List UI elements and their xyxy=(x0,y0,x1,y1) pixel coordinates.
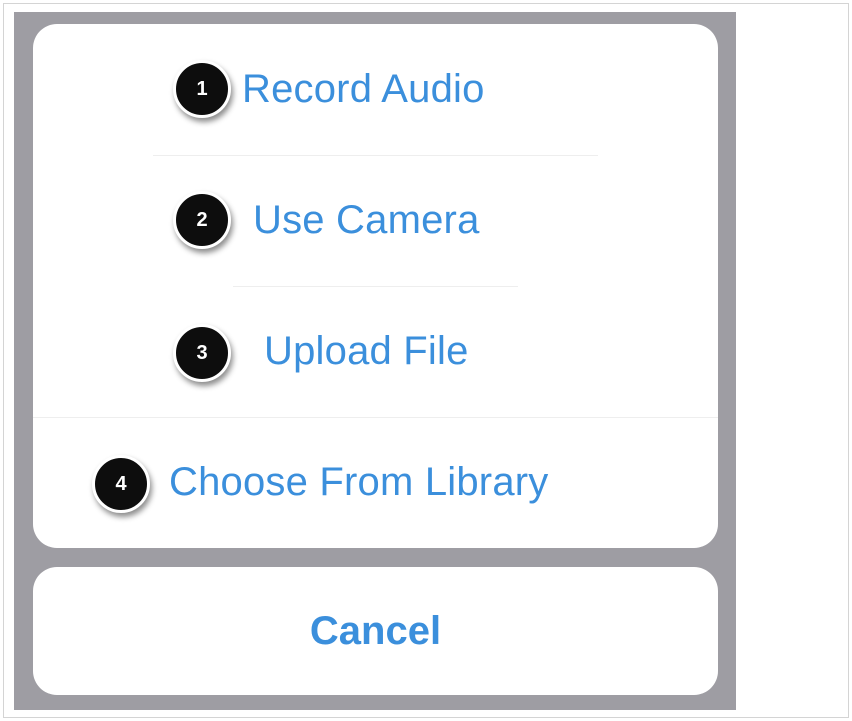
callout-badge-4: 4 xyxy=(92,455,150,513)
record-audio-button[interactable]: Record Audio xyxy=(33,24,718,155)
choose-from-library-label: Choose From Library xyxy=(169,460,549,504)
callout-badge-3: 3 xyxy=(173,324,231,382)
use-camera-label: Use Camera xyxy=(253,198,480,242)
record-audio-label: Record Audio xyxy=(242,67,485,111)
upload-file-button[interactable]: Upload File xyxy=(33,286,718,417)
cancel-button[interactable]: Cancel xyxy=(33,567,718,695)
upload-file-label: Upload File xyxy=(264,329,469,373)
callout-badge-2: 2 xyxy=(173,191,231,249)
use-camera-button[interactable]: Use Camera xyxy=(33,155,718,286)
callout-badge-1: 1 xyxy=(173,60,231,118)
cancel-label: Cancel xyxy=(309,609,442,653)
